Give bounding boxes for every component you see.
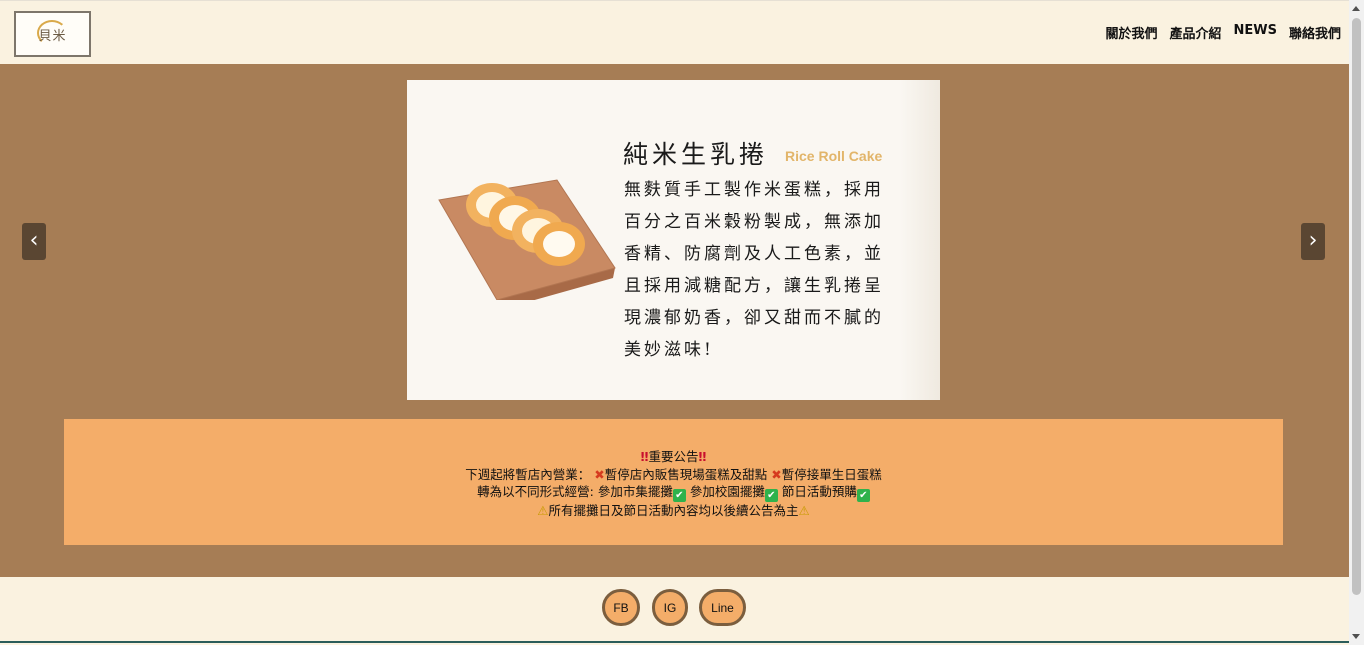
announcement-item: 節日活動預購 — [781, 484, 857, 499]
check-icon: ✔ — [856, 489, 870, 502]
scrollbar-thumb[interactable] — [1352, 18, 1361, 595]
nav-item-news[interactable]: NEWS — [1234, 23, 1277, 42]
announcement-item: 參加市集擺攤 — [597, 484, 673, 499]
warning-icon: ⚠ — [798, 503, 810, 518]
announcement-title: 重要公告 — [648, 449, 699, 464]
site-footer: FB IG Line — [0, 577, 1349, 643]
social-links: FB IG Line — [602, 589, 746, 626]
announcement-item: 參加校園擺攤 — [689, 484, 765, 499]
instagram-button[interactable]: IG — [652, 589, 688, 626]
announcement-line-2: 轉為以不同形式經營: 參加市集擺攤 ✔ 參加校園擺攤 ✔ 節日活動預購 ✔ — [64, 483, 1283, 502]
scroll-down-arrow-icon[interactable] — [1352, 634, 1360, 639]
carousel-prev-button[interactable]: ‹ — [22, 223, 46, 260]
warning-icon: ⚠ — [537, 503, 549, 518]
page-scrollbar[interactable] — [1349, 0, 1364, 645]
nav-item-contact[interactable]: 聯絡我們 — [1289, 23, 1341, 42]
cross-icon: ✖ — [594, 466, 605, 482]
rice-roll-cake-illustration — [438, 179, 616, 300]
logo-text: 貝米 — [38, 29, 67, 44]
slide-subtitle-en: Rice Roll Cake — [785, 148, 883, 164]
check-icon: ✔ — [764, 489, 778, 502]
main-nav: 關於我們 產品介紹 NEWS 聯絡我們 — [1105, 23, 1341, 42]
scroll-up-arrow-icon[interactable] — [1352, 6, 1360, 11]
announcement-box: ‼重要公告‼ 下週起將暫店內營業： ✖暫停店內販售現場蛋糕及甜點 ✖暫停接單生日… — [64, 419, 1283, 545]
main-banner: ‹ 純米生乳捲 Rice Roll Cake 無麩質手工製作米蛋糕，採用百分之百… — [0, 64, 1349, 577]
line-button[interactable]: Line — [699, 589, 746, 626]
announcement-item: 暫停店內販售現場蛋糕及甜點 — [604, 466, 768, 482]
announcement-line-3: ⚠所有擺攤日及節日活動內容均以後續公告為主⚠ — [64, 502, 1283, 520]
announcement-item: 暫停接單生日蛋糕 — [781, 466, 882, 482]
carousel-next-button[interactable]: › — [1301, 223, 1325, 260]
announcement-title-line: ‼重要公告‼ — [64, 448, 1283, 466]
check-icon: ✔ — [672, 489, 686, 502]
announcement-line-2-prefix: 轉為以不同形式經營: — [477, 484, 598, 499]
slide-shade — [900, 80, 940, 400]
site-logo[interactable]: 貝米 — [14, 11, 91, 57]
logo-mark: 貝米 — [35, 18, 71, 50]
carousel-slide: 純米生乳捲 Rice Roll Cake 無麩質手工製作米蛋糕，採用百分之百米穀… — [407, 80, 940, 400]
slide-title: 純米生乳捲 — [623, 140, 769, 169]
site-header: 貝米 關於我們 產品介紹 NEWS 聯絡我們 — [0, 0, 1349, 64]
announcement-line-3-text: 所有擺攤日及節日活動內容均以後續公告為主 — [548, 503, 799, 518]
announcement-line-1: 下週起將暫店內營業： ✖暫停店內販售現場蛋糕及甜點 ✖暫停接單生日蛋糕 — [64, 466, 1283, 484]
nav-item-products[interactable]: 產品介紹 — [1170, 23, 1222, 42]
slide-description: 無麩質手工製作米蛋糕，採用百分之百米穀粉製成，無添加香精、防腐劑及人工色素，並且… — [624, 180, 884, 360]
exclamation-icon: ‼ — [698, 449, 707, 464]
nav-item-about[interactable]: 關於我們 — [1105, 23, 1157, 42]
cross-icon: ✖ — [771, 466, 782, 482]
announcement-line-1-prefix: 下週起將暫店內營業： — [465, 466, 591, 482]
facebook-button[interactable]: FB — [602, 589, 640, 626]
